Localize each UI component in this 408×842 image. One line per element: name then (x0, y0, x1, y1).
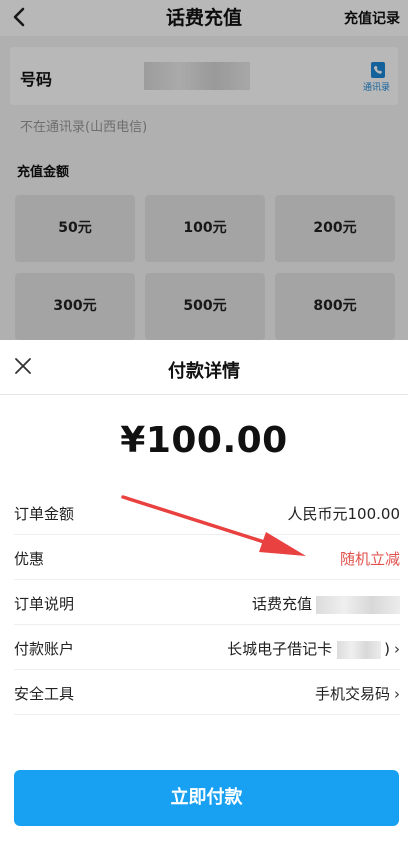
discount-value: 随机立减 (339, 550, 400, 568)
modal-backdrop[interactable] (0, 0, 408, 340)
payment-account-suffix: ) (384, 640, 390, 658)
redacted-card-number (337, 640, 382, 659)
order-amount-row: 订单金额 人民币元100.00 (14, 490, 400, 535)
payment-account-row[interactable]: 付款账户 长城电子借记卡) › (14, 625, 400, 670)
order-description-value: 话费充值 (251, 595, 312, 613)
chevron-right-icon: › (394, 640, 400, 658)
payment-details-sheet: 付款详情 ¥100.00 订单金额 人民币元100.00 优惠 随机立减 订单说… (0, 340, 408, 842)
payment-account-value: 长城电子借记卡 (227, 640, 333, 658)
order-description-label: 订单说明 (14, 595, 75, 613)
order-amount-label: 订单金额 (14, 505, 75, 523)
pay-now-button[interactable]: 立即付款 (14, 770, 399, 826)
order-description-row: 订单说明 话费充值 (14, 580, 400, 625)
discount-label: 优惠 (14, 550, 45, 568)
order-description-value-wrap: 话费充值 (252, 593, 400, 614)
payment-account-value-wrap[interactable]: 长城电子借记卡) › (227, 638, 400, 659)
discount-row: 优惠 随机立减 (14, 535, 400, 580)
chevron-right-icon: › (394, 685, 400, 703)
redacted-phone (316, 595, 400, 614)
payment-amount: ¥100.00 (120, 420, 288, 461)
security-tool-row[interactable]: 安全工具 手机交易码 › (14, 670, 400, 715)
order-amount-value: 人民币元100.00 (287, 505, 401, 523)
sheet-title: 付款详情 (168, 361, 240, 382)
divider (0, 394, 408, 395)
security-tool-value: 手机交易码 (314, 685, 390, 703)
security-tool-label: 安全工具 (14, 685, 75, 703)
payment-account-label: 付款账户 (14, 640, 75, 658)
security-tool-value-wrap[interactable]: 手机交易码 › (315, 683, 400, 704)
